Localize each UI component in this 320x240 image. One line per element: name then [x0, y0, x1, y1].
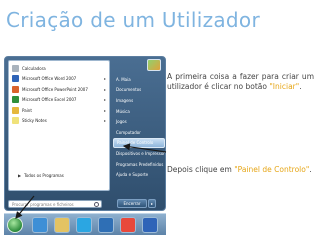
- program-item-label: Calculadora: [22, 65, 46, 71]
- chevron-right-icon: ▸: [103, 107, 106, 113]
- step2-end: .: [309, 165, 312, 174]
- slide-title: Criação de um Utilizador: [6, 8, 260, 32]
- places-item[interactable]: Documentos: [113, 85, 165, 96]
- user-avatar[interactable]: [147, 59, 161, 71]
- shutdown-options-button[interactable]: ▸: [148, 199, 156, 208]
- chevron-right-icon: ▸: [150, 201, 153, 206]
- word-icon[interactable]: [142, 217, 158, 233]
- internet-explorer-icon[interactable]: [32, 217, 48, 233]
- program-item-label: Microsoft Office PowerPoint 2007: [22, 86, 88, 92]
- chrome-icon[interactable]: [120, 217, 136, 233]
- step2-text: Depois clique em: [167, 165, 235, 174]
- places-item[interactable]: Imagens: [113, 95, 165, 106]
- program-item-label: Sticky Notes: [22, 118, 47, 124]
- search-icon: [94, 201, 99, 207]
- program-item-label: Microsoft Office Word 2007: [22, 76, 77, 82]
- places-item[interactable]: Música: [113, 106, 165, 117]
- search-input[interactable]: Procurar programas e ficheiros: [8, 200, 102, 208]
- windows-explorer-icon[interactable]: [54, 217, 70, 233]
- places-list: A. Maia Documentos Imagens Música Jogos Compu…: [113, 60, 165, 180]
- program-item[interactable]: Microsoft Office PowerPoint 2007 ▸: [9, 84, 109, 95]
- places-item[interactable]: Dispositivos e Impressoras: [113, 148, 165, 159]
- places-item[interactable]: Painel de Controlo: [113, 137, 165, 149]
- powerpoint-icon: [12, 85, 19, 93]
- places-item[interactable]: Ajuda e Suporte: [113, 169, 165, 180]
- chevron-right-icon: ▸: [103, 76, 106, 82]
- triangle-right-icon: ▶: [18, 172, 22, 178]
- step2-highlight: "Painel de Controlo": [234, 165, 310, 174]
- chevron-right-icon: ▸: [103, 118, 106, 124]
- program-item[interactable]: Paint ▸: [9, 105, 109, 116]
- places-item[interactable]: A. Maia: [113, 74, 165, 85]
- program-item-label: Microsoft Office Excel 2007: [22, 97, 77, 103]
- instruction-step-2: Depois clique em "Painel de Controlo".: [167, 165, 314, 175]
- start-button[interactable]: [7, 217, 23, 233]
- program-item[interactable]: Sticky Notes ▸: [9, 116, 109, 127]
- start-menu-places-pane: A. Maia Documentos Imagens Música Jogos Compu…: [113, 59, 165, 191]
- all-programs-label: Todos os Programas: [24, 172, 64, 178]
- start-menu: Calculadora Microsoft Office Word 2007 ▸ Mi…: [4, 56, 166, 211]
- shutdown-button[interactable]: Encerrar: [117, 199, 147, 208]
- step1-end: .: [299, 82, 302, 91]
- places-item[interactable]: Programas Predefinidos: [113, 159, 165, 170]
- all-programs-button[interactable]: ▶ Todos os Programas: [12, 171, 108, 179]
- calculator-icon: [12, 64, 19, 72]
- program-item[interactable]: Microsoft Office Word 2007 ▸: [9, 74, 109, 85]
- chevron-right-icon: ▸: [103, 97, 106, 103]
- program-list: Calculadora Microsoft Office Word 2007 ▸ Mi…: [9, 61, 109, 126]
- program-item-label: Paint: [22, 107, 32, 113]
- places-item[interactable]: Computador: [113, 127, 165, 138]
- program-item[interactable]: Calculadora: [9, 63, 109, 74]
- start-menu-programs-pane: Calculadora Microsoft Office Word 2007 ▸ Mi…: [8, 60, 110, 191]
- paint-icon: [12, 106, 19, 114]
- word-icon: [12, 75, 19, 83]
- media-player-icon[interactable]: [98, 217, 114, 233]
- instruction-step-1: A primeira coisa a fazer para criar um u…: [167, 72, 314, 92]
- excel-icon: [12, 96, 19, 104]
- search-placeholder: Procurar programas e ficheiros: [12, 201, 74, 207]
- places-item[interactable]: Jogos: [113, 116, 165, 127]
- skype-icon[interactable]: [76, 217, 92, 233]
- sticky-notes-icon: [12, 117, 19, 125]
- program-item[interactable]: Microsoft Office Excel 2007 ▸: [9, 95, 109, 106]
- taskbar: [4, 213, 166, 235]
- shutdown-label: Encerrar: [123, 201, 141, 206]
- chevron-right-icon: ▸: [103, 86, 106, 92]
- step1-highlight: "Iniciar": [269, 82, 300, 91]
